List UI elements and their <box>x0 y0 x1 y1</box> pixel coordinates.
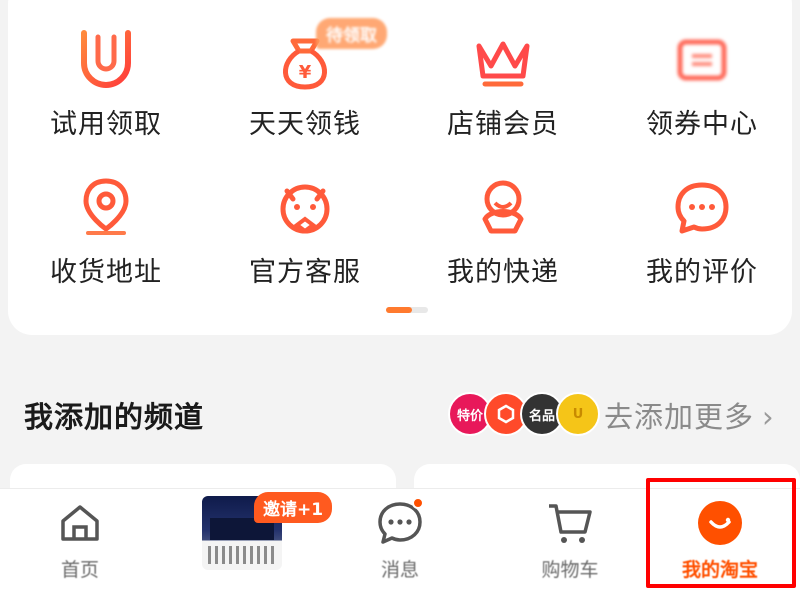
service-trial[interactable]: 试用领取 <box>6 20 206 160</box>
tab-messages[interactable]: 消息 <box>320 489 480 600</box>
service-customer-service[interactable]: 官方客服 <box>205 168 405 308</box>
invite-badge: 邀请+1 <box>254 492 333 523</box>
service-label: 我的评价 <box>646 257 758 288</box>
service-label: 领券中心 <box>646 109 758 140</box>
service-my-courier[interactable]: 我的快递 <box>403 168 603 308</box>
tab-label: 首页 <box>60 559 99 581</box>
service-store-member[interactable]: 店铺会员 <box>403 20 603 160</box>
service-my-reviews[interactable]: 我的评价 <box>602 168 800 308</box>
unread-dot <box>412 497 424 509</box>
trial-u-icon <box>66 20 146 100</box>
location-pin-icon <box>66 168 146 248</box>
service-label: 天天领钱 <box>249 109 361 140</box>
tab-label: 消息 <box>380 559 419 581</box>
message-icon <box>374 497 426 549</box>
channels-title: 我添加的频道 <box>24 400 205 434</box>
tab-home[interactable]: 首页 <box>0 489 160 600</box>
coupon-icon <box>662 20 742 100</box>
svg-text:¥: ¥ <box>299 62 312 83</box>
chevron-right-icon: › <box>762 400 775 434</box>
page-indicator <box>386 307 428 313</box>
channel-icon-u: U <box>556 392 600 436</box>
courier-icon <box>463 168 543 248</box>
service-label: 试用领取 <box>50 109 162 140</box>
tab-label: 购物车 <box>541 559 599 581</box>
add-more-link[interactable]: 去添加更多 › <box>604 394 775 436</box>
customer-service-icon <box>265 168 345 248</box>
add-more-label: 去添加更多 <box>604 400 755 434</box>
service-label: 我的快递 <box>447 257 559 288</box>
page-indicator-active <box>386 307 412 313</box>
home-icon <box>54 497 106 549</box>
thumbnail-caption <box>208 546 276 564</box>
highlight-box <box>646 478 796 588</box>
crown-icon <box>463 20 543 100</box>
service-coupon-center[interactable]: 领券中心 <box>602 20 800 160</box>
cart-icon <box>544 497 596 549</box>
pending-badge: 待领取 <box>316 18 387 49</box>
tab-cart[interactable]: 购物车 <box>490 489 650 600</box>
service-label: 店铺会员 <box>447 109 559 140</box>
chat-bubble-icon <box>662 168 742 248</box>
service-address[interactable]: 收货地址 <box>6 168 206 308</box>
service-label: 收货地址 <box>50 257 162 288</box>
service-label: 官方客服 <box>249 257 361 288</box>
